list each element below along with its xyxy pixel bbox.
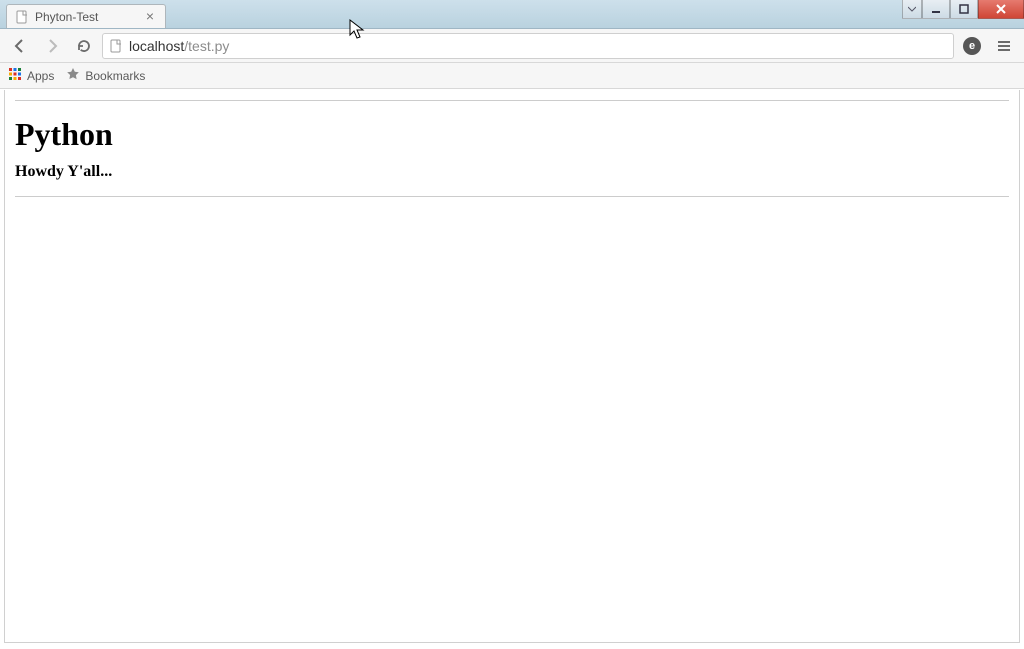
bookmarks-shortcut[interactable]: Bookmarks xyxy=(66,67,145,84)
page-icon xyxy=(15,10,29,24)
apps-label: Apps xyxy=(27,69,54,83)
bookmarks-bar: Apps Bookmarks xyxy=(0,63,1024,89)
url-text: localhost/test.py xyxy=(129,38,229,54)
page-icon xyxy=(109,39,123,53)
browser-toolbar: localhost/test.py e xyxy=(0,29,1024,63)
tab-close-icon[interactable]: × xyxy=(143,10,157,24)
browser-tab-inactive[interactable] xyxy=(304,4,458,28)
tab-strip: Phyton-Test × xyxy=(6,3,750,28)
window-maximize-button[interactable] xyxy=(950,0,978,19)
browser-tab-inactive[interactable] xyxy=(596,4,750,28)
window-minimize-button[interactable] xyxy=(922,0,950,19)
browser-tab-inactive[interactable] xyxy=(158,4,312,28)
window-dropdown-button[interactable] xyxy=(902,0,922,19)
back-button[interactable] xyxy=(6,32,34,60)
browser-tab-inactive[interactable] xyxy=(450,4,604,28)
window-titlebar: Phyton-Test × xyxy=(0,0,1024,29)
page-subheading: Howdy Y'all... xyxy=(15,163,1009,181)
profile-avatar: e xyxy=(963,37,981,55)
menu-button[interactable] xyxy=(990,32,1018,60)
forward-button[interactable] xyxy=(38,32,66,60)
address-bar[interactable]: localhost/test.py xyxy=(102,33,954,59)
tab-title: Phyton-Test xyxy=(35,10,137,24)
divider xyxy=(15,196,1009,197)
window-controls xyxy=(902,0,1024,20)
browser-tab-active[interactable]: Phyton-Test × xyxy=(6,4,166,28)
url-path: /test.py xyxy=(184,38,229,54)
hamburger-icon xyxy=(996,38,1012,54)
divider xyxy=(15,100,1009,101)
profile-button[interactable]: e xyxy=(958,32,986,60)
window-close-button[interactable] xyxy=(978,0,1024,19)
page-viewport: Python Howdy Y'all... xyxy=(4,90,1020,643)
reload-button[interactable] xyxy=(70,32,98,60)
apps-shortcut[interactable]: Apps xyxy=(8,67,54,84)
bookmarks-label: Bookmarks xyxy=(85,69,145,83)
url-host: localhost xyxy=(129,38,184,54)
page-heading: Python xyxy=(15,116,1009,153)
apps-icon xyxy=(8,67,22,84)
star-icon xyxy=(66,67,80,84)
